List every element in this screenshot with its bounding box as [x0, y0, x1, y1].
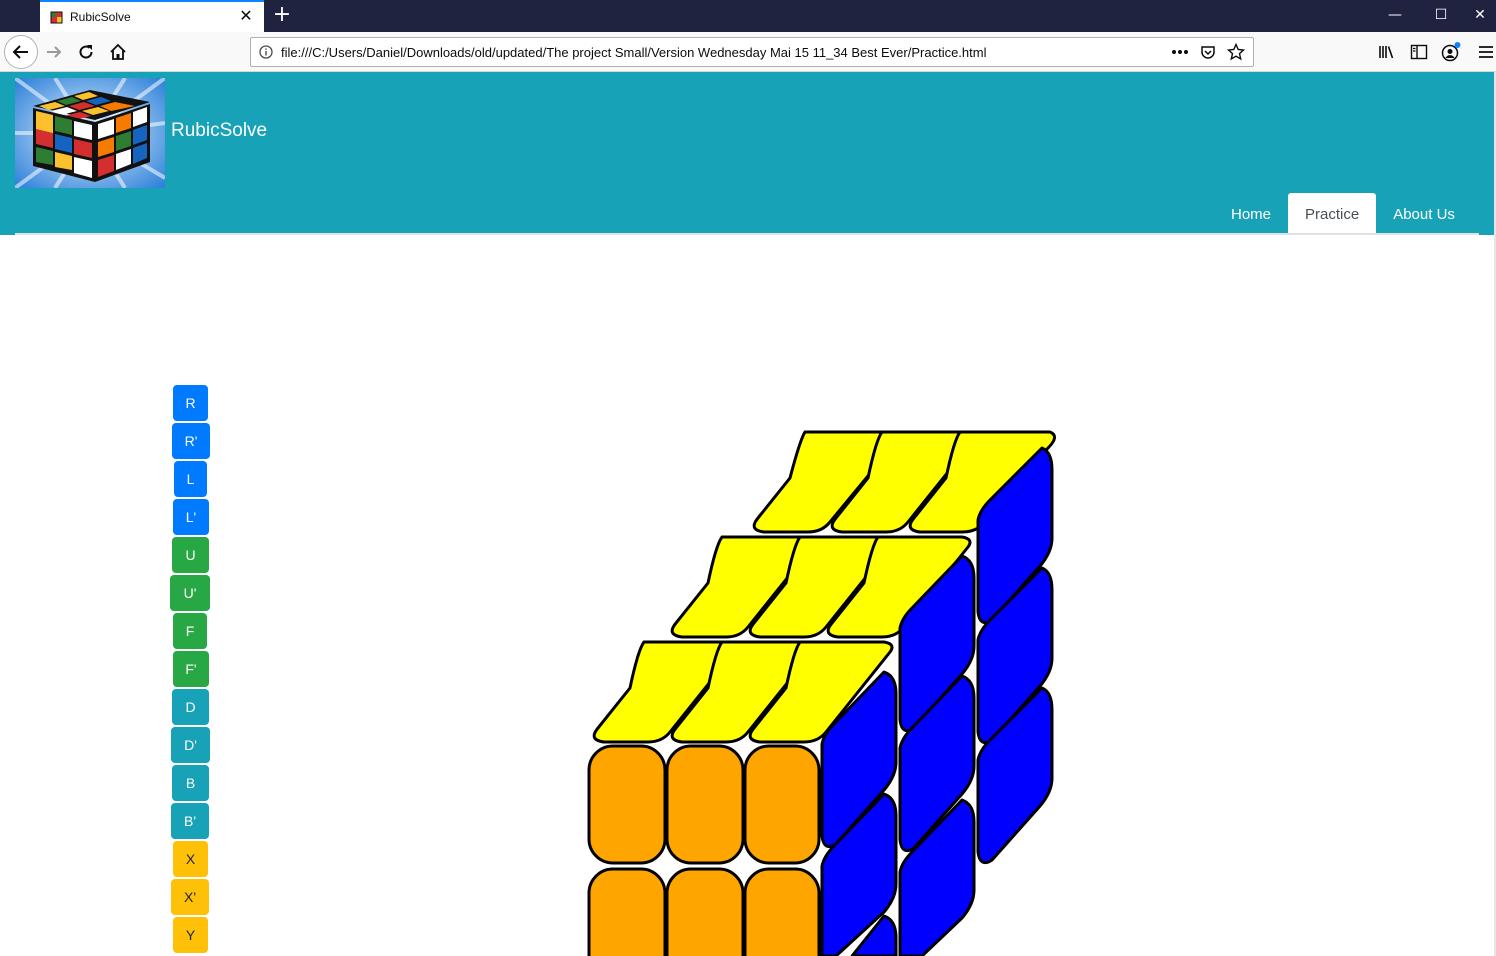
move-button-u-prime[interactable]: U'	[170, 575, 210, 611]
forward-icon	[47, 46, 62, 58]
maximize-icon[interactable]: ☐	[1418, 0, 1464, 32]
move-button-l[interactable]: L	[174, 461, 207, 497]
move-button-x[interactable]: X	[173, 841, 208, 877]
move-button-d-prime[interactable]: D'	[171, 727, 210, 763]
move-button-u[interactable]: U	[172, 537, 209, 573]
back-icon	[12, 45, 28, 59]
move-button-d[interactable]: D	[172, 689, 209, 725]
more-icon[interactable]	[1171, 42, 1189, 62]
move-button-r[interactable]: R	[173, 385, 208, 421]
url-bar[interactable]: file:///C:/Users/Daniel/Downloads/old/up…	[250, 37, 1254, 67]
front-sticker[interactable]	[743, 867, 821, 956]
nav-home[interactable]: Home	[1214, 193, 1288, 235]
move-button-l-prime[interactable]: L'	[173, 499, 209, 535]
url-text[interactable]: file:///C:/Users/Daniel/Downloads/old/up…	[281, 45, 986, 60]
front-sticker[interactable]	[665, 867, 745, 956]
bookmark-star-icon[interactable]	[1227, 42, 1245, 62]
forward-button[interactable]	[40, 38, 68, 66]
new-tab-icon[interactable]: +	[270, 4, 294, 28]
info-icon[interactable]	[259, 45, 273, 59]
front-sticker[interactable]	[665, 744, 745, 865]
move-button-x-prime[interactable]: X'	[171, 879, 209, 915]
home-icon	[110, 43, 126, 60]
main-nav: Home Practice About Us	[1214, 193, 1472, 235]
logo-image[interactable]	[15, 78, 165, 188]
browser-nav-bar: file:///C:/Users/Daniel/Downloads/old/up…	[0, 32, 1496, 72]
browser-tab-bar: RubicSolve ✕ + — ☐ ✕	[0, 0, 1496, 32]
pocket-icon[interactable]	[1199, 42, 1217, 62]
back-button[interactable]	[4, 35, 38, 69]
site-header: RubicSolve Home Practice About Us	[0, 72, 1494, 235]
browser-tab[interactable]: RubicSolve ✕	[40, 0, 264, 32]
reload-icon	[79, 45, 93, 59]
move-button-r-prime[interactable]: R'	[172, 423, 210, 459]
tab-title: RubicSolve	[70, 10, 131, 24]
move-button-y[interactable]: Y	[173, 917, 208, 953]
reload-button[interactable]	[72, 38, 100, 66]
rubik-cube-logo-icon	[15, 78, 165, 188]
nav-about-us[interactable]: About Us	[1376, 193, 1472, 235]
front-sticker[interactable]	[743, 744, 821, 865]
header-divider	[15, 233, 1479, 235]
brand-name[interactable]: RubicSolve	[171, 120, 267, 142]
front-sticker[interactable]	[587, 744, 667, 865]
move-button-b[interactable]: B	[172, 765, 209, 801]
front-sticker[interactable]	[587, 867, 667, 956]
minimize-icon[interactable]: —	[1372, 0, 1418, 32]
sidebar-icon[interactable]	[1405, 38, 1433, 66]
move-button-f-prime[interactable]: F'	[173, 651, 209, 687]
close-tab-icon[interactable]: ✕	[236, 6, 256, 26]
library-icon[interactable]	[1373, 38, 1401, 66]
cube-favicon-icon	[50, 11, 63, 24]
account-icon[interactable]	[1437, 38, 1465, 66]
nav-practice[interactable]: Practice	[1288, 193, 1377, 235]
move-button-b-prime[interactable]: B'	[171, 803, 209, 839]
menu-icon[interactable]	[1476, 38, 1496, 66]
home-button[interactable]	[104, 38, 132, 66]
move-button-f[interactable]: F	[173, 613, 207, 649]
close-window-icon[interactable]: ✕	[1464, 0, 1496, 32]
